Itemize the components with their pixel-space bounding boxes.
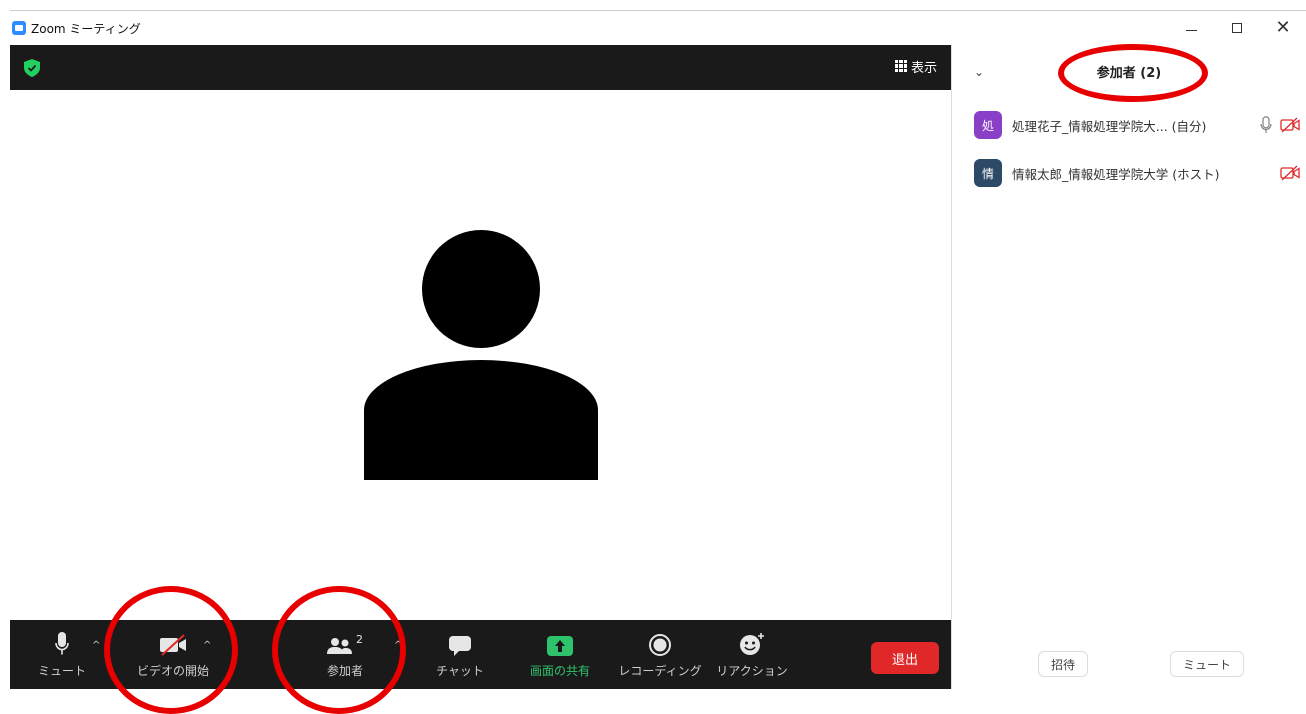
view-button[interactable]: 表示: [894, 55, 937, 77]
reaction-label: リアクション: [716, 664, 788, 678]
avatar-placeholder-body: [364, 360, 598, 480]
leave-button[interactable]: 退出: [871, 642, 939, 674]
participant-avatar: 処: [974, 111, 1002, 139]
video-top-bar: 表示: [10, 45, 951, 90]
chat-label: チャット: [436, 664, 484, 678]
participant-row[interactable]: 処 処理花子_情報処理学院大... (自分): [974, 111, 1304, 139]
chat-icon: [449, 636, 471, 656]
participant-row[interactable]: 情 情報太郎_情報処理学院大学 (ホスト): [974, 159, 1304, 187]
reaction-emoji-icon: [740, 633, 764, 655]
title-bar: Zoom ミーティング ✕: [10, 11, 1306, 45]
grid-view-icon: [894, 60, 907, 72]
panel-title: 参加者 (2): [1096, 66, 1162, 81]
participant-name: 処理花子_情報処理学院大... (自分): [1012, 118, 1207, 134]
avatar-placeholder-head: [422, 230, 540, 348]
participant-video-canvas: [10, 90, 951, 620]
participant-avatar: 情: [974, 159, 1002, 187]
record-icon: [649, 634, 671, 656]
reaction-button[interactable]: リアクション: [712, 620, 792, 689]
start-video-label: ビデオの開始: [136, 664, 209, 678]
video-off-outline-icon[interactable]: [1280, 165, 1300, 181]
record-button[interactable]: レコーディング: [618, 620, 702, 689]
microphone-icon: [55, 632, 69, 655]
chat-button[interactable]: チャット: [430, 620, 490, 689]
microphone-outline-icon[interactable]: [1260, 116, 1272, 134]
participants-icon: [327, 638, 352, 654]
participant-name: 情報太郎_情報処理学院大学 (ホスト): [1012, 166, 1220, 182]
share-screen-icon: [547, 636, 573, 656]
maximize-icon: [1232, 23, 1242, 33]
participants-label: 参加者: [326, 664, 363, 678]
window-controls: ✕: [1168, 11, 1306, 45]
share-screen-button[interactable]: 画面の共有: [520, 620, 600, 689]
close-button[interactable]: ✕: [1260, 11, 1306, 45]
record-label: レコーディング: [618, 664, 702, 678]
video-off-icon: [160, 634, 186, 656]
start-video-button[interactable]: ビデオの開始: [128, 620, 218, 689]
minimize-icon: [1185, 29, 1197, 31]
maximize-button[interactable]: [1214, 11, 1260, 45]
invite-button[interactable]: 招待: [1038, 651, 1089, 677]
mute-button[interactable]: ミュート: [38, 620, 87, 689]
window-title: Zoom ミーティング: [31, 21, 141, 36]
close-icon: ✕: [1275, 17, 1291, 38]
security-shield-icon[interactable]: [24, 59, 40, 77]
audio-options-caret-icon[interactable]: ^: [92, 640, 100, 651]
zoom-window: Zoom ミーティング ✕ 表示 ミュート ^ ビデオの開始 ^ 2 参加者 ^…: [10, 10, 1306, 689]
participants-panel: ⌄ 参加者 (2) 処 処理花子_情報処理学院大... (自分) 情 情報太郎_…: [951, 45, 1306, 689]
mute-label: ミュート: [38, 664, 87, 678]
minimize-button[interactable]: [1168, 11, 1214, 45]
participants-caret-icon[interactable]: ^: [394, 640, 402, 651]
meeting-toolbar: ミュート ^ ビデオの開始 ^ 2 参加者 ^ チャット 画面の共有 レコーディ…: [10, 620, 951, 689]
participants-button[interactable]: 2 参加者: [315, 620, 375, 689]
video-off-outline-icon[interactable]: [1280, 117, 1300, 133]
view-label: 表示: [910, 60, 937, 76]
mute-all-button[interactable]: ミュート: [1170, 651, 1245, 677]
participants-count: 2: [356, 633, 363, 646]
share-screen-label: 画面の共有: [529, 664, 590, 678]
video-options-caret-icon[interactable]: ^: [203, 640, 211, 651]
video-area: 表示 ミュート ^ ビデオの開始 ^ 2 参加者 ^ チャット 画面の共有 レコ…: [10, 45, 951, 689]
zoom-logo-icon: [12, 21, 26, 35]
